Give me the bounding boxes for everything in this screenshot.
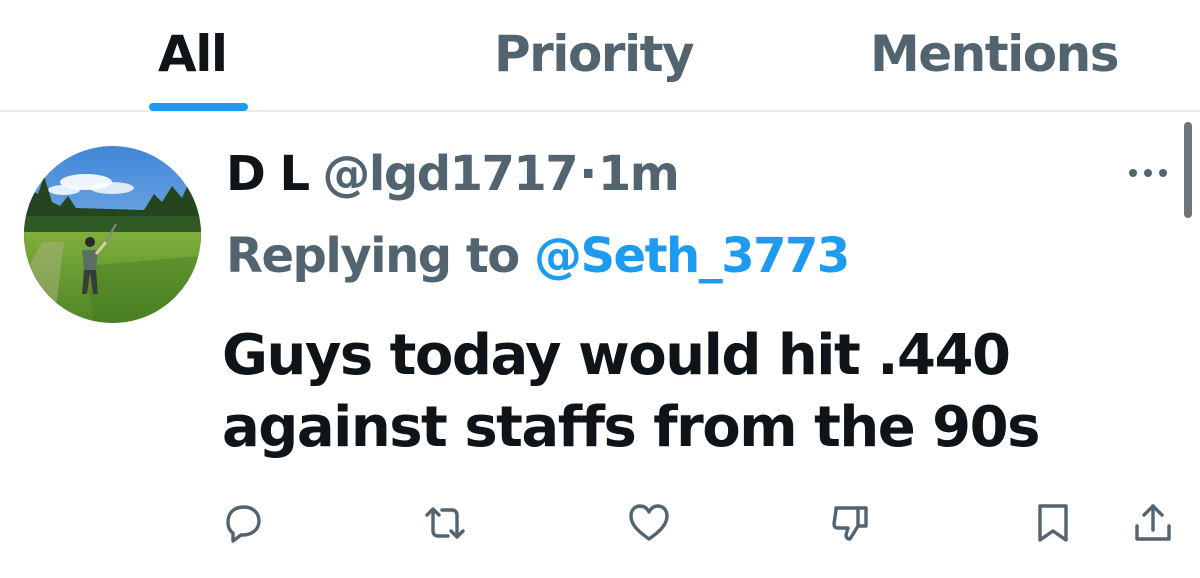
replying-to: Replying to @Seth_3773 [226, 224, 850, 288]
tab-mentions[interactable]: Mentions [870, 22, 1120, 86]
thumbs-down-icon [832, 506, 868, 541]
notification-tabs: All Priority Mentions [0, 0, 1200, 112]
bookmark-button[interactable] [1028, 498, 1078, 548]
display-name[interactable]: D L [226, 146, 310, 202]
reply-handle-link[interactable]: @Seth_3773 [534, 228, 850, 284]
scrollbar[interactable] [1184, 122, 1192, 218]
tab-all[interactable]: All [158, 22, 228, 86]
reply-prefix: Replying to [226, 228, 520, 284]
avatar-golfer-photo [24, 146, 201, 323]
share-button[interactable] [1128, 498, 1178, 548]
reply-icon [226, 505, 261, 543]
more-horizontal-icon [1129, 169, 1167, 177]
tweet-header: D L @lgd1717·1m [226, 142, 680, 206]
tweet-actions [0, 498, 1200, 548]
like-button[interactable] [624, 498, 674, 548]
more-options-button[interactable] [1124, 158, 1172, 188]
tweet[interactable]: D L @lgd1717·1m Replying to @Seth_3773 G… [0, 112, 1200, 578]
separator-dot: · [579, 146, 597, 202]
share-icon [1135, 504, 1171, 541]
dislike-button[interactable] [826, 498, 876, 548]
user-handle[interactable]: @lgd1717 [322, 146, 578, 202]
heart-icon [629, 504, 669, 541]
tweet-text: Guys today would hit .440 against staffs… [222, 323, 1040, 460]
avatar[interactable] [24, 146, 201, 323]
tweet-timestamp[interactable]: 1m [598, 146, 680, 202]
reply-button[interactable] [218, 498, 268, 548]
bookmark-icon [1038, 504, 1068, 542]
tab-priority[interactable]: Priority [494, 22, 695, 86]
retweet-button[interactable] [420, 498, 470, 548]
active-tab-indicator [149, 103, 248, 111]
retweet-icon [425, 507, 465, 539]
